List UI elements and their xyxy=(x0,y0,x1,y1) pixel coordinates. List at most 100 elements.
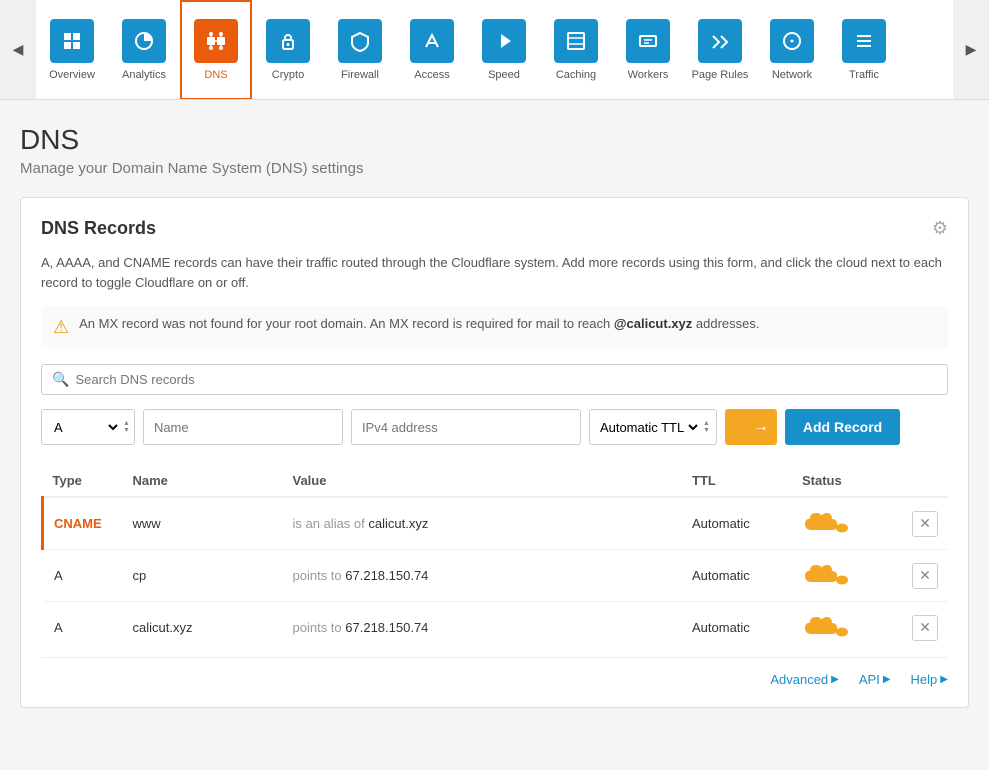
nav-item-firewall[interactable]: Firewall xyxy=(324,0,396,100)
cloud-orange-svg xyxy=(733,417,751,437)
nav-item-dns[interactable]: DNS xyxy=(180,0,252,100)
table-row: A cp points to 67.218.150.74 Automatic xyxy=(43,550,949,602)
record-status-calicut xyxy=(792,602,902,654)
record-status-cp xyxy=(792,550,902,602)
nav-label-firewall: Firewall xyxy=(341,69,379,81)
top-navigation: ◀ Overview Analytics xyxy=(0,0,989,100)
type-spinners: ▲ ▼ xyxy=(123,420,130,434)
api-chevron: ▶ xyxy=(883,674,891,685)
nav-item-access[interactable]: Access xyxy=(396,0,468,100)
traffic-icon xyxy=(842,19,886,63)
workers-icon xyxy=(626,19,670,63)
delete-button[interactable]: ✕ xyxy=(912,563,938,589)
analytics-icon xyxy=(122,19,166,63)
cloud-status-icon[interactable] xyxy=(802,560,854,591)
access-icon xyxy=(410,19,454,63)
ttl-spinners: ▲ ▼ xyxy=(703,420,710,434)
type-spinner-up[interactable]: ▲ xyxy=(123,420,130,427)
table-row: A calicut.xyz points to 67.218.150.74 Au… xyxy=(43,602,949,654)
warning-icon: ⚠ xyxy=(53,317,69,338)
table-row: CNAME www is an alias of calicut.xyz Aut… xyxy=(43,497,949,550)
type-select-wrap: A AAAA CNAME MX TXT ▲ ▼ xyxy=(41,409,135,445)
settings-icon[interactable]: ⚙ xyxy=(932,218,948,239)
delete-button[interactable]: ✕ xyxy=(912,511,938,537)
nav-scroll-left[interactable]: ◀ xyxy=(0,0,36,100)
nav-items-container: Overview Analytics xyxy=(36,0,953,100)
crypto-icon xyxy=(266,19,310,63)
record-type-cname: CNAME xyxy=(43,497,123,550)
record-delete-www: ✕ xyxy=(902,497,948,550)
col-value: Value xyxy=(283,465,683,497)
nav-label-analytics: Analytics xyxy=(122,69,166,81)
card-footer: Advanced ▶ API ▶ Help ▶ xyxy=(41,657,948,687)
record-status-www xyxy=(792,497,902,550)
overview-icon xyxy=(50,19,94,63)
nav-item-caching[interactable]: Caching xyxy=(540,0,612,100)
page-content: DNS Manage your Domain Name System (DNS)… xyxy=(0,100,989,732)
page-title: DNS xyxy=(20,124,969,156)
nav-item-overview[interactable]: Overview xyxy=(36,0,108,100)
nav-item-traffic[interactable]: Traffic xyxy=(828,0,900,100)
col-ttl: TTL xyxy=(682,465,792,497)
advanced-link[interactable]: Advanced ▶ xyxy=(770,672,839,687)
advanced-chevron: ▶ xyxy=(831,674,839,685)
nav-item-pagerules[interactable]: Page Rules xyxy=(684,0,756,100)
help-chevron: ▶ xyxy=(940,674,948,685)
card-title: DNS Records xyxy=(41,218,156,239)
record-name-calicut: calicut.xyz xyxy=(123,602,283,654)
nav-item-network[interactable]: Network xyxy=(756,0,828,100)
col-status: Status xyxy=(792,465,902,497)
record-ttl-www: Automatic xyxy=(682,497,792,550)
api-link[interactable]: API ▶ xyxy=(859,672,891,687)
nav-label-dns: DNS xyxy=(204,69,227,81)
nav-item-crypto[interactable]: Crypto xyxy=(252,0,324,100)
value-input[interactable] xyxy=(351,409,581,445)
nav-label-crypto: Crypto xyxy=(272,69,304,81)
add-record-form: A AAAA CNAME MX TXT ▲ ▼ Automatic TTL 1 … xyxy=(41,409,948,445)
search-bar: 🔍 xyxy=(41,364,948,395)
nav-label-speed: Speed xyxy=(488,69,520,81)
nav-item-analytics[interactable]: Analytics xyxy=(108,0,180,100)
nav-item-workers[interactable]: Workers xyxy=(612,0,684,100)
record-type-a-calicut: A xyxy=(43,602,123,654)
search-input[interactable] xyxy=(75,372,937,387)
card-description: A, AAAA, and CNAME records can have thei… xyxy=(41,253,948,292)
ttl-select-wrap: Automatic TTL 1 min 2 min 5 min ▲ ▼ xyxy=(589,409,717,445)
ttl-select[interactable]: Automatic TTL 1 min 2 min 5 min xyxy=(596,419,701,436)
nav-label-pagerules: Page Rules xyxy=(692,69,749,81)
cloud-status-icon[interactable] xyxy=(802,508,854,539)
nav-label-caching: Caching xyxy=(556,69,596,81)
col-type: Type xyxy=(43,465,123,497)
record-delete-cp: ✕ xyxy=(902,550,948,602)
col-name: Name xyxy=(123,465,283,497)
delete-button[interactable]: ✕ xyxy=(912,615,938,641)
card-header: DNS Records ⚙ xyxy=(41,218,948,239)
col-actions xyxy=(902,465,948,497)
type-spinner-down[interactable]: ▼ xyxy=(123,427,130,434)
record-value-calicut: points to 67.218.150.74 xyxy=(283,602,683,654)
add-record-button[interactable]: Add Record xyxy=(785,409,900,445)
nav-scroll-right[interactable]: ▶ xyxy=(953,0,989,100)
network-icon xyxy=(770,19,814,63)
cloud-status-icon[interactable] xyxy=(802,612,854,643)
cloud-arrow: → xyxy=(753,418,769,436)
record-name-cp: cp xyxy=(123,550,283,602)
nav-item-speed[interactable]: Speed xyxy=(468,0,540,100)
search-icon: 🔍 xyxy=(52,371,69,388)
record-name-www: www xyxy=(123,497,283,550)
ttl-spinner-up[interactable]: ▲ xyxy=(703,420,710,427)
warning-text: An MX record was not found for your root… xyxy=(79,316,759,331)
nav-label-access: Access xyxy=(414,69,449,81)
ttl-spinner-down[interactable]: ▼ xyxy=(703,427,710,434)
cloud-toggle-button[interactable]: → xyxy=(725,409,777,445)
help-link[interactable]: Help ▶ xyxy=(911,672,948,687)
type-select[interactable]: A AAAA CNAME MX TXT xyxy=(46,419,121,436)
record-value-cp: points to 67.218.150.74 xyxy=(283,550,683,602)
dns-records-table: Type Name Value TTL Status CNAME www is … xyxy=(41,465,948,653)
name-input[interactable] xyxy=(143,409,343,445)
page-subtitle: Manage your Domain Name System (DNS) set… xyxy=(20,160,969,177)
firewall-icon xyxy=(338,19,382,63)
record-type-a-cp: A xyxy=(43,550,123,602)
nav-label-workers: Workers xyxy=(628,69,669,81)
nav-label-network: Network xyxy=(772,69,812,81)
